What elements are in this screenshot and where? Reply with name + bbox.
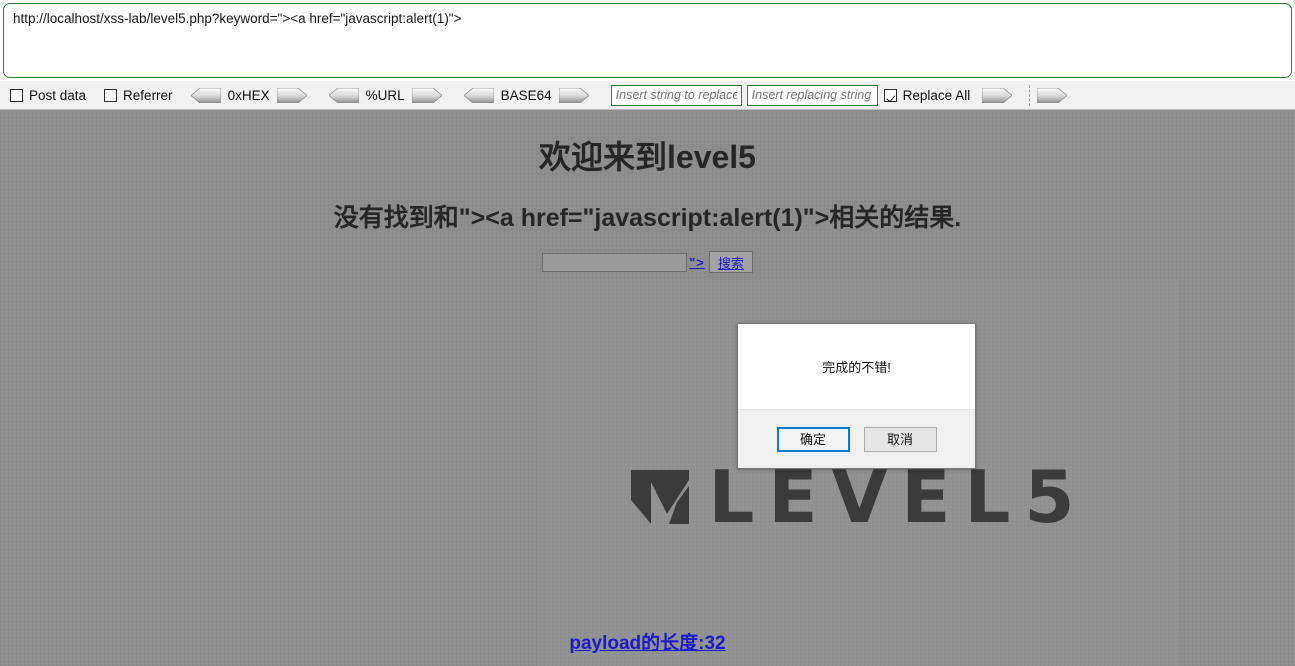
find-string-input[interactable] [610, 84, 742, 106]
converter-base64: BASE64 [463, 87, 589, 103]
referrer-checkbox[interactable] [104, 88, 118, 102]
arrow-right-icon[interactable] [276, 87, 307, 103]
encoder-toolbar: Post data Referrer 0xHEX %URL BASE64 Ins… [0, 81, 1295, 110]
arrow-left-icon[interactable] [463, 87, 494, 103]
converter-0xhex: 0xHEX [190, 87, 307, 103]
post-data-checkbox[interactable] [10, 88, 23, 102]
arrow-left-icon[interactable] [190, 87, 221, 103]
replace-string-input[interactable] [746, 84, 878, 106]
toolbar-divider [1029, 84, 1031, 106]
replace-all-checkbox[interactable] [883, 88, 897, 102]
search-form: "> 搜索 [0, 251, 1295, 273]
search-input[interactable] [542, 252, 688, 272]
injected-anchor-link[interactable]: "> [689, 255, 705, 270]
logo-text: LEVEL5 [708, 454, 1089, 539]
arrow-right-icon[interactable] [1037, 87, 1068, 103]
search-button[interactable]: 搜索 [708, 251, 753, 273]
no-results-message: 没有找到和"><a href="javascript:alert(1)">相关的… [333, 204, 962, 232]
m-logo-icon [630, 469, 689, 524]
url-input[interactable] [3, 3, 1292, 78]
post-data-checkbox-row[interactable]: Post data [10, 88, 86, 103]
rendered-page: 欢迎来到level5 没有找到和"><a href="javascript:al… [0, 110, 1295, 666]
dialog-message: 完成的不错! [822, 360, 891, 375]
replace-all-row[interactable]: Replace All [883, 87, 1013, 103]
converter-label: BASE64 [500, 87, 552, 103]
dialog-cancel-button[interactable]: 取消 [863, 426, 937, 452]
dialog-ok-button[interactable]: 确定 [776, 426, 850, 452]
page-title: 欢迎来到level5 [539, 139, 756, 175]
dialog-body: 完成的不错! [738, 324, 975, 409]
referrer-label: Referrer [123, 87, 173, 103]
arrow-right-icon[interactable] [982, 87, 1013, 103]
referrer-checkbox-row[interactable]: Referrer [104, 88, 173, 103]
replace-all-label: Replace All [902, 87, 971, 103]
arrow-right-icon[interactable] [411, 87, 442, 103]
url-bar-container [0, 0, 1295, 81]
post-data-label: Post data [29, 87, 87, 103]
arrow-right-icon[interactable] [558, 87, 589, 103]
javascript-alert-dialog: 完成的不错! 确定 取消 [737, 323, 976, 469]
arrow-left-icon[interactable] [328, 87, 359, 103]
converter-url: %URL [328, 87, 442, 103]
converter-label: %URL [365, 87, 405, 103]
converter-label: 0xHEX [227, 87, 270, 103]
payload-length-link[interactable]: payload的长度:32 [0, 628, 1295, 655]
dialog-footer: 确定 取消 [738, 409, 975, 468]
